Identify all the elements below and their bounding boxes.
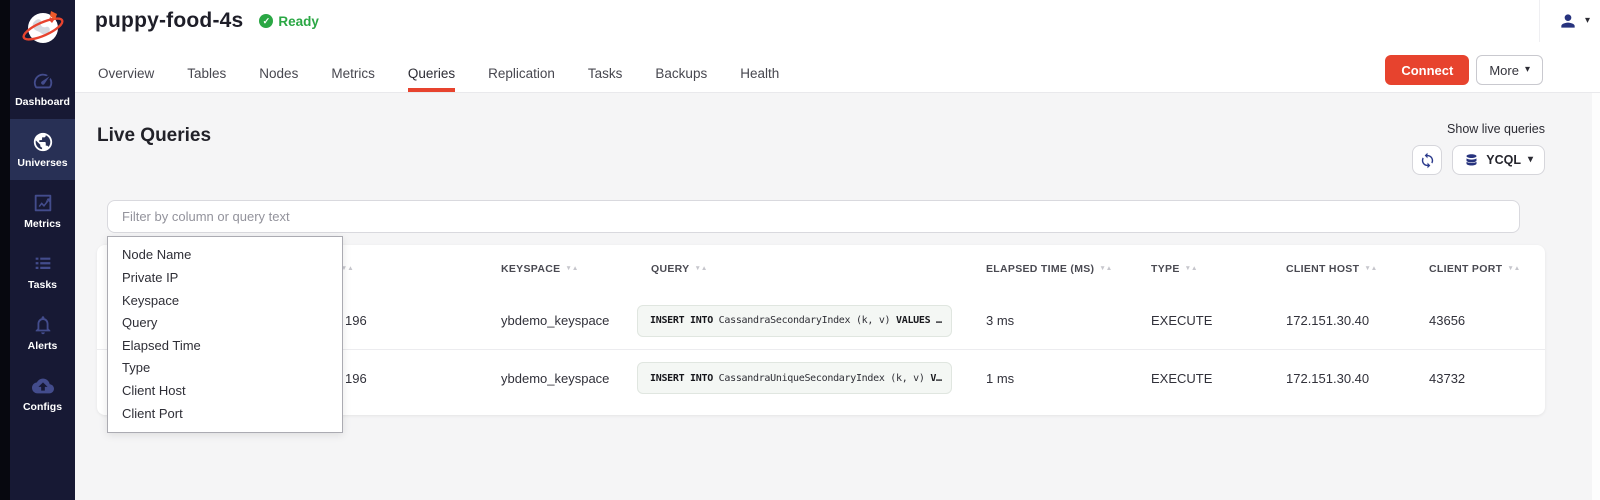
col-header-client-host[interactable]: CLIENT HOST ▼▲ [1272, 263, 1415, 275]
elapsed-cell: 1 ms [972, 371, 1137, 386]
sidebar-item-label: Alerts [28, 340, 58, 352]
elapsed-cell: 3 ms [972, 313, 1137, 328]
sidebar: Dashboard Universes Metrics Tasks Alerts… [10, 0, 75, 500]
refresh-icon [1419, 152, 1436, 169]
alerts-icon [32, 314, 54, 336]
sort-icon: ▼▲ [565, 265, 578, 272]
status-label: Ready [278, 14, 319, 29]
filter-option-keyspace[interactable]: Keyspace [108, 290, 342, 312]
sort-icon: ▼▲ [1507, 265, 1520, 272]
sidebar-item-metrics[interactable]: Metrics [10, 180, 75, 241]
caret-down-icon: ▾ [1525, 65, 1530, 75]
filter-option-private-ip[interactable]: Private IP [108, 267, 342, 289]
sidebar-item-label: Universes [17, 157, 67, 169]
filter-option-client-host[interactable]: Client Host [108, 380, 342, 402]
keyspace-cell: ybdemo_keyspace [487, 313, 637, 328]
query-code: INSERT INTO CassandraUniqueSecondaryInde… [637, 362, 952, 394]
col-header-type[interactable]: TYPE ▼▲ [1137, 263, 1272, 275]
filter-option-query[interactable]: Query [108, 312, 342, 334]
query-cell: INSERT INTO CassandraUniqueSecondaryInde… [637, 362, 972, 394]
sidebar-item-label: Configs [23, 401, 62, 413]
tab-tasks[interactable]: Tasks [588, 55, 623, 92]
type-cell: EXECUTE [1137, 313, 1272, 328]
keyspace-cell: ybdemo_keyspace [487, 371, 637, 386]
filter-option-client-port[interactable]: Client Port [108, 403, 342, 425]
tab-bar: Overview Tables Nodes Metrics Queries Re… [98, 55, 812, 92]
col-header-keyspace[interactable]: KEYSPACE ▼▲ [487, 263, 637, 275]
type-cell: EXECUTE [1137, 371, 1272, 386]
check-icon: ✓ [259, 14, 273, 28]
sidebar-item-label: Tasks [28, 279, 57, 291]
tab-nodes[interactable]: Nodes [259, 55, 298, 92]
client-host-cell: 172.151.30.40 [1272, 371, 1415, 386]
yugabyte-logo-icon[interactable] [21, 7, 65, 51]
metrics-icon [32, 192, 54, 214]
sort-icon: ▼▲ [694, 265, 707, 272]
show-live-queries-label: Show live queries [1447, 122, 1545, 136]
query-code: INSERT INTO CassandraSecondaryIndex (k, … [637, 305, 952, 337]
col-header-elapsed-time[interactable]: ELAPSED TIME (MS) ▼▲ [972, 263, 1137, 275]
client-host-cell: 172.151.30.40 [1272, 313, 1415, 328]
caret-down-icon: ▾ [1528, 155, 1533, 165]
tab-metrics[interactable]: Metrics [331, 55, 375, 92]
tab-replication[interactable]: Replication [488, 55, 555, 92]
api-selector-label: YCQL [1486, 153, 1521, 167]
live-queries-title: Live Queries [97, 125, 211, 147]
filter-option-type[interactable]: Type [108, 357, 342, 379]
tasks-icon [32, 253, 54, 275]
tab-tables[interactable]: Tables [187, 55, 226, 92]
connect-button[interactable]: Connect [1385, 55, 1469, 85]
tab-health[interactable]: Health [740, 55, 779, 92]
sidebar-item-label: Dashboard [15, 96, 70, 108]
sidebar-item-configs[interactable]: Configs [10, 363, 75, 424]
scrollbar-track[interactable] [1592, 93, 1600, 500]
sort-icon: ▼▲ [1185, 265, 1198, 272]
sidebar-item-dashboard[interactable]: Dashboard [10, 58, 75, 119]
tab-queries[interactable]: Queries [408, 55, 455, 92]
caret-down-icon: ▾ [1585, 16, 1590, 26]
configs-icon [32, 375, 54, 397]
sidebar-nav: Dashboard Universes Metrics Tasks Alerts… [10, 58, 75, 424]
sort-icon: ▼▲ [1364, 265, 1377, 272]
status-badge: ✓ Ready [259, 14, 319, 29]
col-header-query[interactable]: QUERY ▼▲ [637, 263, 972, 275]
sidebar-item-alerts[interactable]: Alerts [10, 302, 75, 363]
app-root: Dashboard Universes Metrics Tasks Alerts… [0, 0, 1600, 500]
database-icon [1464, 153, 1479, 168]
client-port-cell: 43656 [1415, 313, 1545, 328]
more-button-label: More [1489, 63, 1519, 78]
dashboard-icon [32, 70, 54, 92]
query-cell: INSERT INTO CassandraSecondaryIndex (k, … [637, 305, 972, 337]
sidebar-item-label: Metrics [24, 218, 61, 230]
content: Live Queries Show live queries YCQL ▾ No… [75, 93, 1600, 500]
user-menu[interactable]: ▾ [1539, 0, 1590, 42]
sort-icon: ▼▲ [1099, 265, 1112, 272]
sidebar-item-tasks[interactable]: Tasks [10, 241, 75, 302]
client-port-cell: 43732 [1415, 371, 1545, 386]
user-icon [1558, 11, 1578, 31]
filter-option-elapsed-time[interactable]: Elapsed Time [108, 335, 342, 357]
api-selector-dropdown[interactable]: YCQL ▾ [1452, 145, 1545, 175]
sidebar-item-universes[interactable]: Universes [10, 119, 75, 180]
tab-overview[interactable]: Overview [98, 55, 154, 92]
filter-input[interactable] [107, 200, 1520, 233]
filter-option-node-name[interactable]: Node Name [108, 244, 342, 266]
tab-backups[interactable]: Backups [655, 55, 707, 92]
more-button[interactable]: More ▾ [1476, 55, 1543, 85]
refresh-button[interactable] [1412, 145, 1442, 175]
header: puppy-food-4s ✓ Ready ▾ Overview Tables … [75, 0, 1600, 93]
col-header-client-port[interactable]: CLIENT PORT ▼▲ [1415, 263, 1545, 275]
universe-title: puppy-food-4s [95, 9, 243, 33]
universes-icon [32, 131, 54, 153]
window-edge-strip [0, 0, 10, 500]
filter-dropdown: Node Name Private IP Keyspace Query Elap… [107, 236, 343, 433]
